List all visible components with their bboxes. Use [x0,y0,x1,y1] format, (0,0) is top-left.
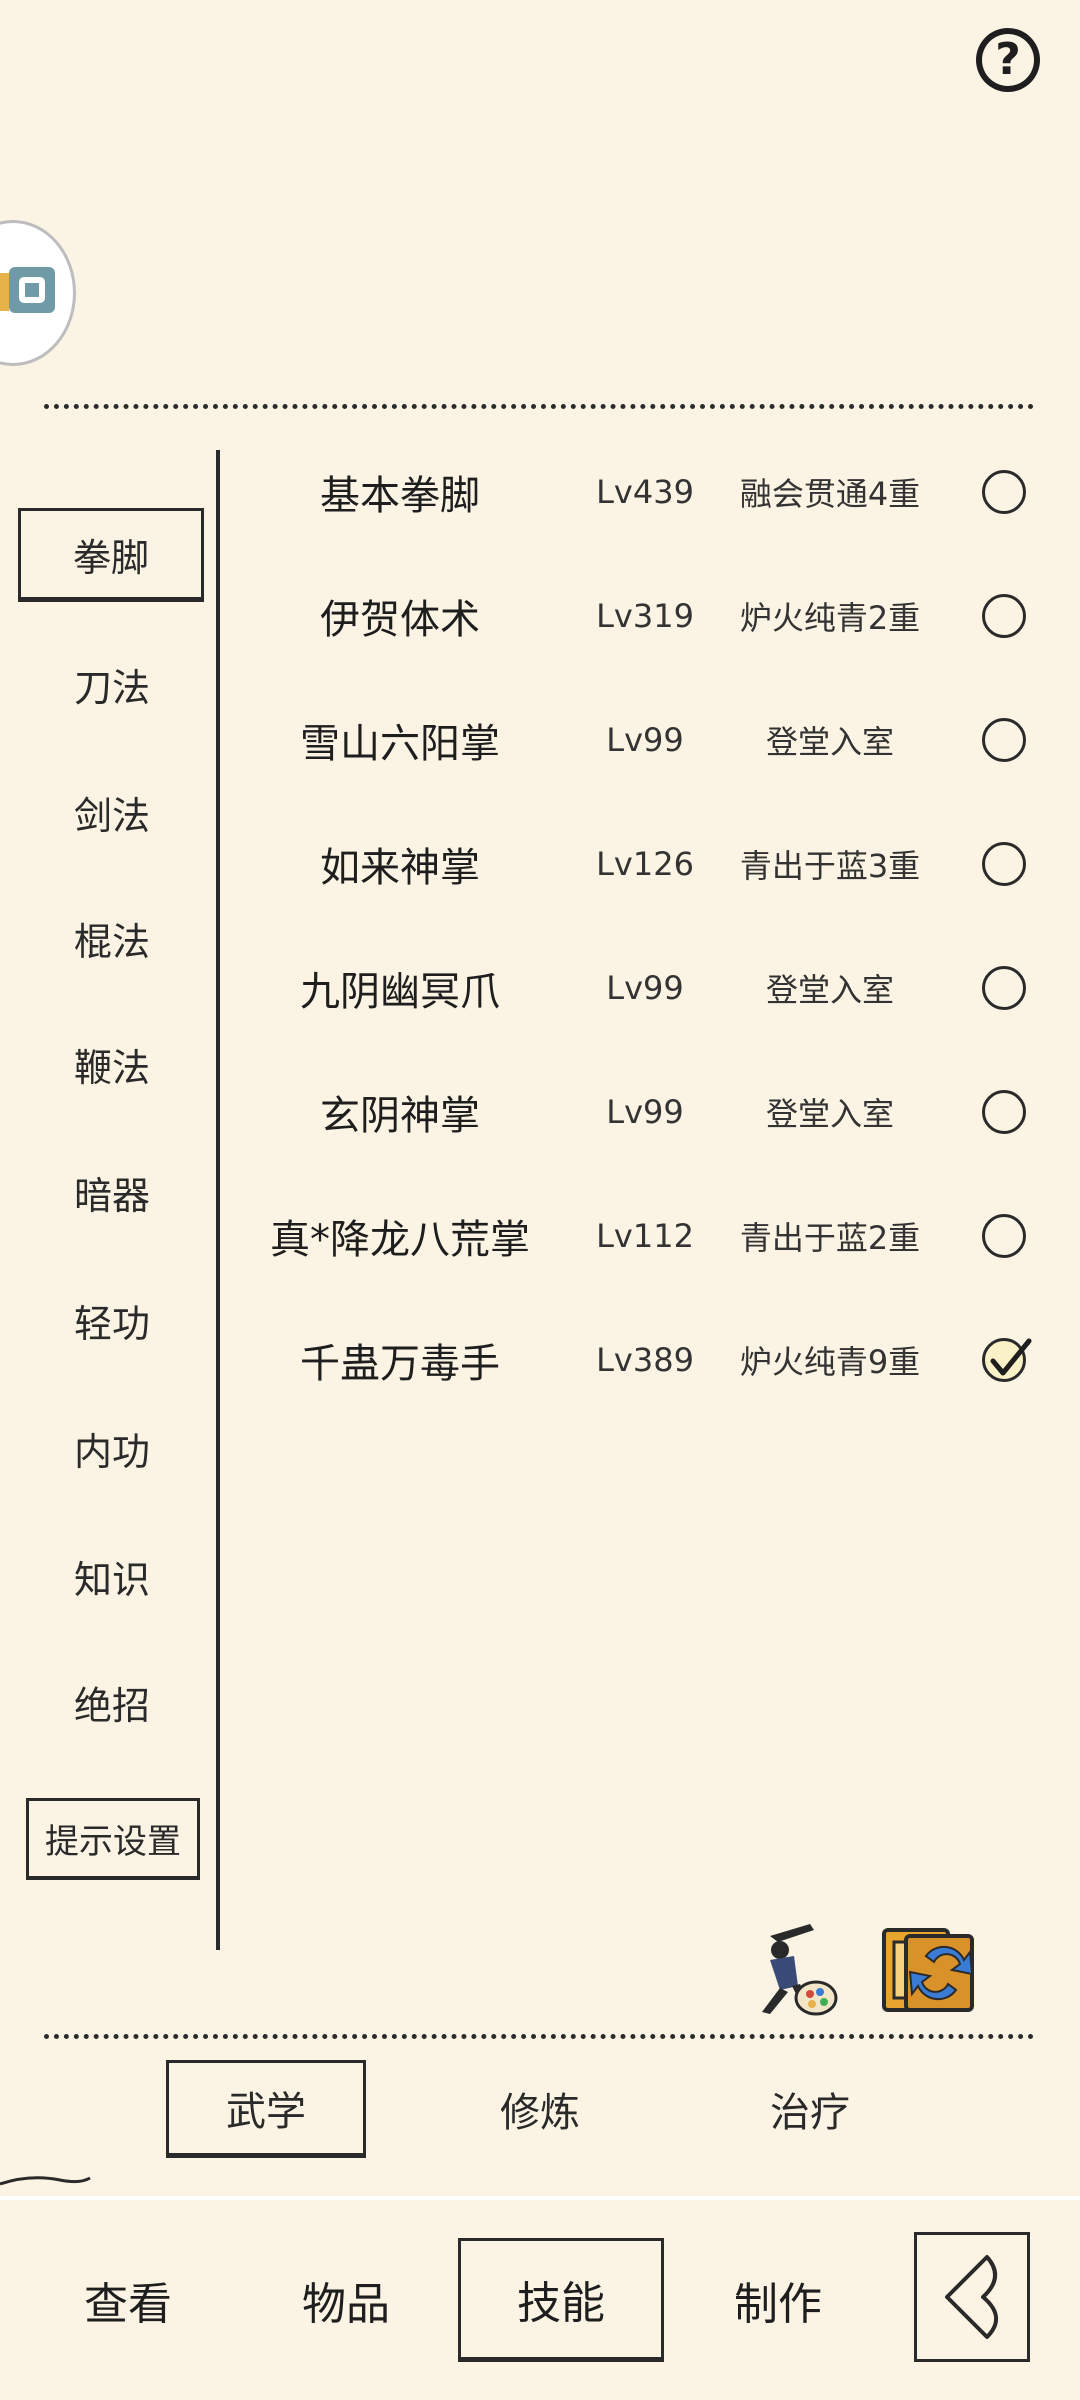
skill-state: 青出于蓝2重 [739,1219,921,1257]
skill-state: 登堂入室 [765,971,894,1009]
skill-name: 如来神掌 [320,845,480,891]
help-icon: ? [982,34,1034,86]
skill-level: Lv389 [596,1341,694,1379]
avatar[interactable] [0,220,76,366]
skill-select-radio[interactable] [982,470,1026,514]
top-divider [44,404,1034,409]
help-button[interactable]: ? [976,28,1040,92]
skill-name: 玄阴神掌 [320,1093,480,1139]
skill-row[interactable]: 千蛊万毒手 Lv389 炉火纯青9重 [240,1298,1060,1422]
skill-level: Lv126 [596,845,694,883]
skill-row[interactable]: 伊贺体术 Lv319 炉火纯青2重 [240,554,1060,678]
skill-level: Lv99 [606,969,684,1007]
skill-level: Lv319 [596,597,694,635]
category-daofa[interactable]: 刀法 [24,644,200,724]
skill-state: 融会贯通4重 [739,475,921,513]
skill-select-radio[interactable] [982,594,1026,638]
skill-state: 炉火纯青2重 [739,599,921,637]
skill-row[interactable]: 九阴幽冥爪 Lv99 登堂入室 [240,926,1060,1050]
skill-name: 真*降龙八荒掌 [270,1217,530,1263]
back-button[interactable] [914,2232,1030,2362]
category-bianfa[interactable]: 鞭法 [24,1024,200,1104]
category-anqi[interactable]: 暗器 [24,1152,200,1232]
skill-name: 基本拳脚 [320,473,480,519]
skill-level: Lv99 [606,721,684,759]
skill-select-radio-checked[interactable] [982,1338,1032,1382]
skill-name: 雪山六阳掌 [300,721,500,767]
category-jianfa[interactable]: 剑法 [24,772,200,852]
skill-select-radio[interactable] [982,966,1026,1010]
bottom-divider [44,2034,1034,2039]
skill-state: 登堂入室 [765,1095,894,1133]
menu-divider [216,450,220,1950]
nav-items[interactable]: 物品 [246,2238,446,2362]
skill-level: Lv112 [596,1217,694,1255]
subtab-xiulian[interactable]: 修炼 [440,2060,640,2158]
nav-separator [0,2196,1080,2200]
skill-state: 炉火纯青9重 [739,1343,921,1381]
skill-name: 九阴幽冥爪 [300,969,500,1015]
skill-name: 千蛊万毒手 [300,1341,500,1387]
nav-skills[interactable]: 技能 [458,2238,664,2362]
category-qinggong[interactable]: 轻功 [24,1280,200,1360]
skills-screen: ? 拳脚 刀法 剑法 棍法 鞭法 暗器 轻功 内功 知识 绝招 提示设置 基本拳… [0,0,1080,2400]
skill-state: 青出于蓝3重 [739,847,921,885]
skill-row[interactable]: 玄阴神掌 Lv99 登堂入室 [240,1050,1060,1174]
category-gunfa[interactable]: 棍法 [24,898,200,978]
skill-state: 登堂入室 [765,723,894,761]
category-zhishi[interactable]: 知识 [24,1536,200,1616]
skill-row[interactable]: 如来神掌 Lv126 青出于蓝3重 [240,802,1060,926]
skill-select-radio[interactable] [982,718,1026,762]
subtab-zhiliao[interactable]: 治疗 [710,2060,910,2158]
skill-row[interactable]: 基本拳脚 Lv439 融会贯通4重 [240,430,1060,554]
category-juezhao[interactable]: 绝招 [24,1662,200,1742]
scroll-exchange-icon[interactable] [876,1916,980,2020]
nav-view[interactable]: 查看 [28,2238,228,2362]
skill-select-radio[interactable] [982,1090,1026,1134]
subtab-wuxue[interactable]: 武学 [166,2060,366,2158]
checkmark-icon [990,1338,1032,1376]
skill-row[interactable]: 真*降龙八荒掌 Lv112 青出于蓝2重 [240,1174,1060,1298]
skill-select-radio[interactable] [982,1214,1026,1258]
category-quanjiao[interactable]: 拳脚 [18,508,204,602]
skill-name: 伊贺体术 [320,597,480,643]
skill-select-radio[interactable] [982,842,1026,886]
nav-craft[interactable]: 制作 [678,2238,878,2362]
skill-level: Lv99 [606,1093,684,1131]
back-arrow-icon [945,2255,998,2339]
hint-settings-button[interactable]: 提示设置 [26,1798,200,1880]
category-neigong[interactable]: 内功 [24,1408,200,1488]
skill-level: Lv439 [596,473,694,511]
skill-row[interactable]: 雪山六阳掌 Lv99 登堂入室 [240,678,1060,802]
martial-artist-palette-icon[interactable] [740,1916,844,2020]
